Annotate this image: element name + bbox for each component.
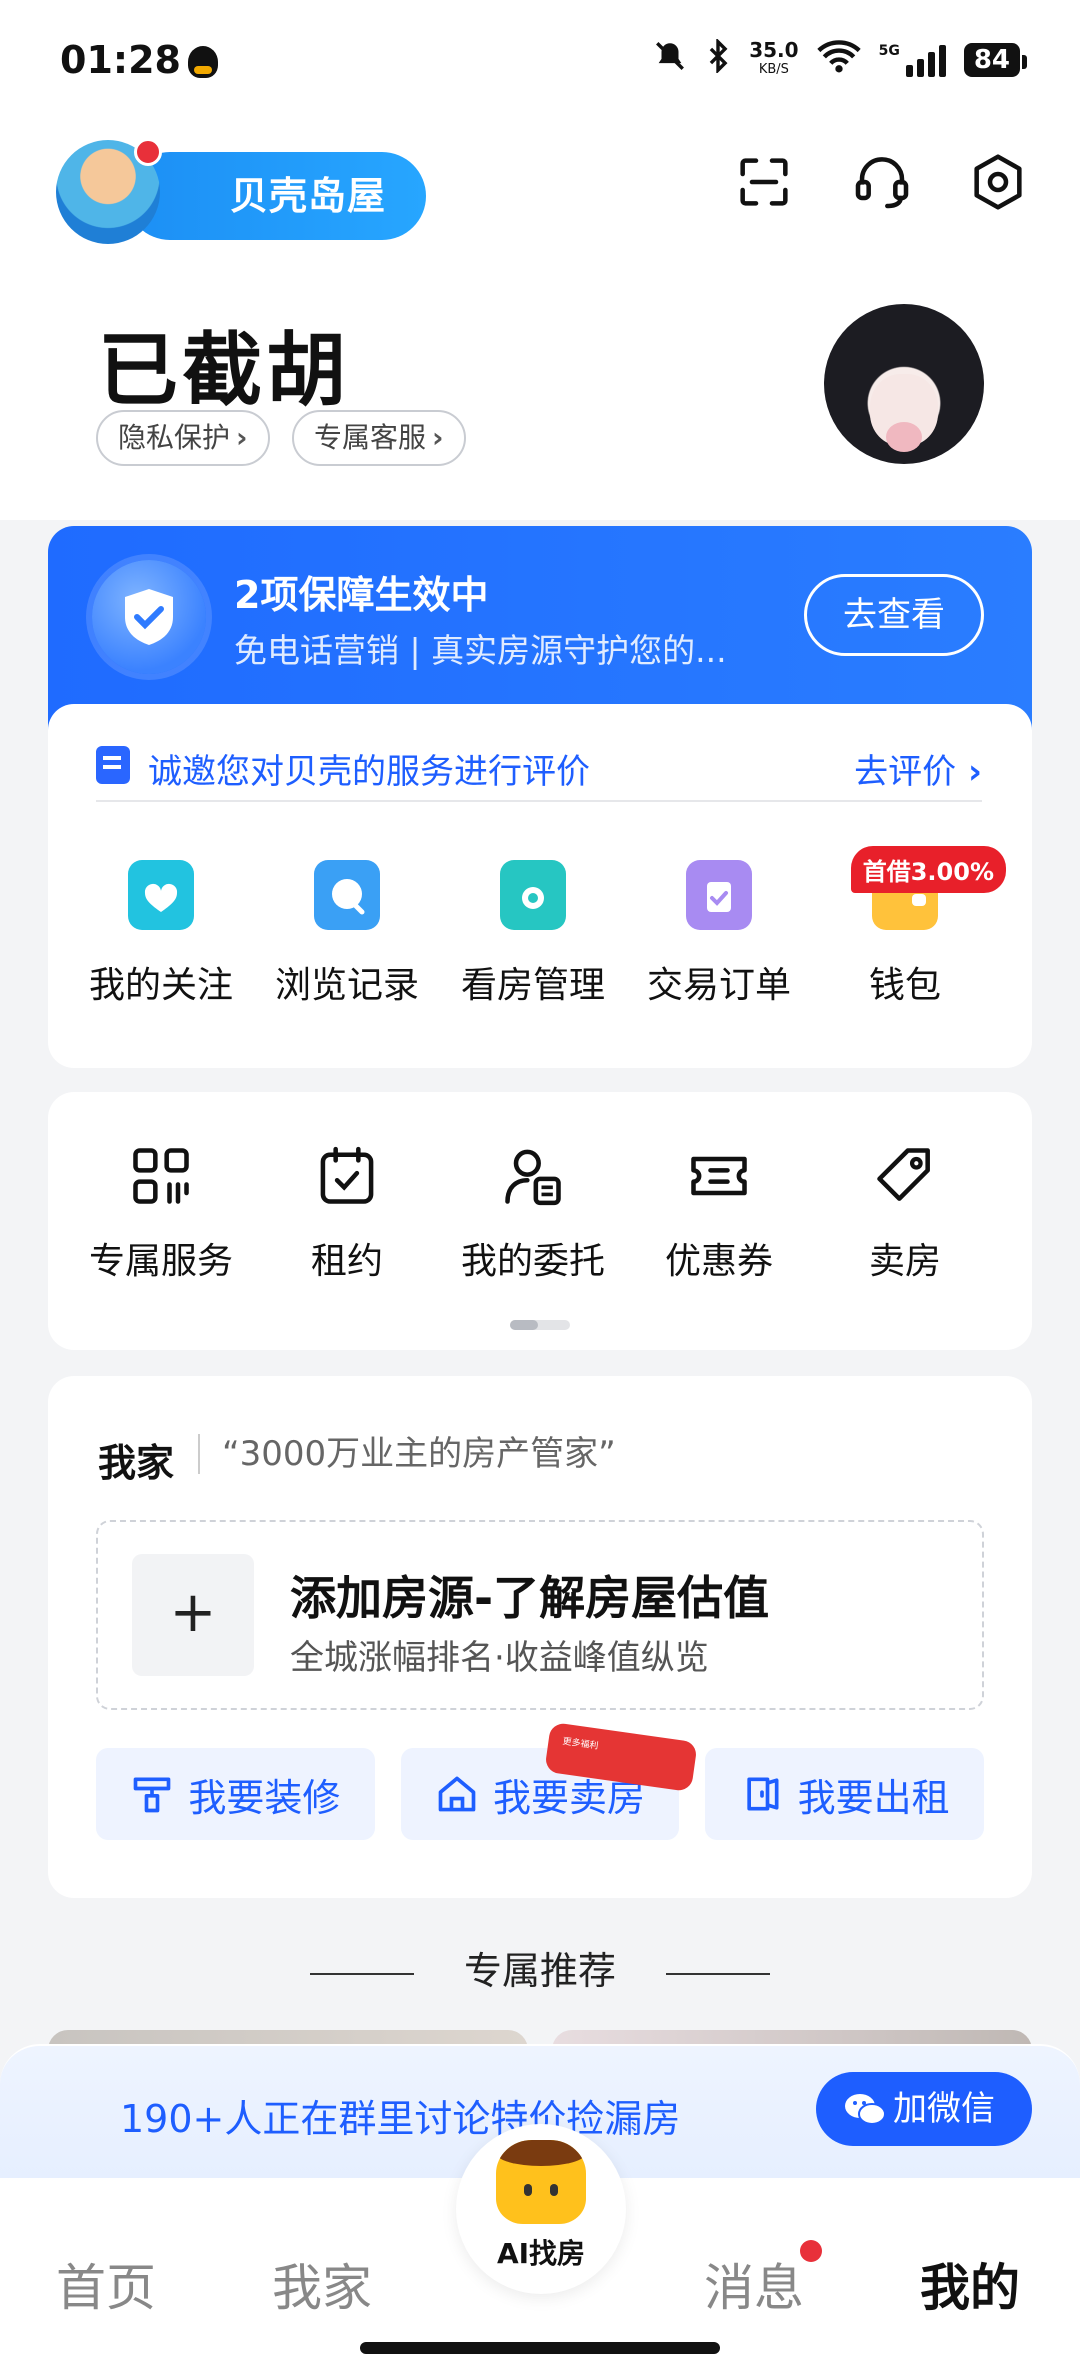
shield-check-icon <box>92 560 206 674</box>
logo-text: 贝壳岛屋 <box>126 152 426 240</box>
quick-item-wallet[interactable]: 钱包 首借3.00% <box>812 846 1006 1008</box>
quick-item-label: 我的关注 <box>88 965 233 1006</box>
my-home-title: 我家 <box>98 1441 175 1485</box>
ticket-icon <box>691 1156 747 1196</box>
service-label: 我的委托 <box>460 1241 605 1282</box>
service-exclusive[interactable]: 专属服务 <box>68 1142 254 1284</box>
service-sell[interactable]: 卖房 <box>812 1142 998 1284</box>
tag-icon <box>877 1148 930 1201</box>
services-card: 专属服务 租约 我的委托 优惠券 卖房 <box>48 1092 1032 1350</box>
quick-item-label: 钱包 <box>868 965 941 1006</box>
settings-button[interactable] <box>962 146 1034 218</box>
battery-level: 84 <box>963 43 1028 77</box>
rate-link[interactable]: 去评价 <box>854 744 982 793</box>
calendar-icon <box>320 1146 374 1204</box>
pudding-mascot-icon <box>496 2140 586 2224</box>
rating-row[interactable]: 诚邀您对贝壳的服务进行评价 去评价 <box>96 740 982 802</box>
my-home-card: 我家 “3000万业主的房产管家” + 添加房源-了解房屋估值 全城涨幅排名·收… <box>48 1376 1032 1898</box>
quick-item-label: 浏览记录 <box>274 965 419 1006</box>
status-bar: 01:28 35.0 KB/S 5G 84 <box>0 0 1080 120</box>
quick-item-favorites[interactable]: 我的关注 <box>68 860 254 1008</box>
add-property-title: 添加房源-了解房屋估值 <box>290 1571 770 1625</box>
qq-icon <box>188 46 218 78</box>
tab-messages-label: 消息 <box>704 2259 804 2317</box>
quick-item-label: 看房管理 <box>460 965 605 1006</box>
network-speed: 35.0 KB/S <box>749 38 799 77</box>
username: 已截胡 <box>98 324 350 417</box>
ai-find-home-label: AI找房 <box>496 2237 586 2270</box>
document-icon <box>96 746 130 784</box>
my-home-subtitle: “3000万业主的房产管家” <box>198 1434 616 1474</box>
service-lease[interactable]: 租约 <box>254 1142 440 1284</box>
grid-icon <box>133 1148 189 1204</box>
clipboard-check-icon <box>686 860 752 930</box>
quick-item-label: 交易订单 <box>646 965 791 1006</box>
service-label: 租约 <box>310 1241 383 1282</box>
rent-out-button[interactable]: 我要出租 <box>705 1748 985 1840</box>
avatar[interactable] <box>824 304 984 464</box>
headset-icon <box>855 157 909 209</box>
status-time: 01:28 <box>60 38 181 82</box>
service-row: 专属服务 租约 我的委托 优惠券 卖房 <box>48 1142 1032 1284</box>
protection-subtitle: 免电话营销 | 真实房源守护您的... <box>234 631 727 670</box>
house-icon <box>438 1776 476 1812</box>
add-property-box[interactable]: + 添加房源-了解房屋估值 全城涨幅排名·收益峰值纵览 <box>96 1520 984 1710</box>
group-chat-text: 190+人正在群里讨论特价捡漏房 <box>120 2097 681 2141</box>
tab-my-home[interactable]: 我家 <box>272 2248 372 2320</box>
settings-icon <box>974 154 1022 210</box>
add-wechat-label: 加微信 <box>893 2089 995 2129</box>
view-protection-button[interactable]: 去查看 <box>804 574 984 656</box>
service-coupon[interactable]: 优惠券 <box>626 1142 812 1284</box>
tab-home[interactable]: 首页 <box>56 2248 156 2320</box>
service-label: 卖房 <box>868 1241 941 1282</box>
customer-service-button[interactable] <box>846 146 918 218</box>
add-property-subtitle: 全城涨幅排名·收益峰值纵览 <box>290 1638 709 1678</box>
heart-house-icon <box>128 860 194 930</box>
person-doc-icon <box>505 1149 561 1206</box>
bluetooth-icon <box>705 37 731 81</box>
cellular-signal-icon: 5G <box>879 43 946 77</box>
action-label: 我要出租 <box>797 1775 950 1820</box>
recommend-title: 专属推荐 <box>0 1940 1080 1995</box>
folder-eye-icon <box>500 860 566 930</box>
protection-title: 2项保障生效中 <box>234 573 489 617</box>
notification-dot <box>134 138 162 166</box>
wifi-icon <box>816 39 861 81</box>
unread-dot <box>800 2240 822 2262</box>
action-label: 我要装修 <box>188 1775 341 1820</box>
sell-home-button[interactable]: 我要卖房 更多福利 <box>400 1721 698 1840</box>
loan-rate-badge: 首借3.00% <box>850 846 1006 893</box>
paint-roller-icon <box>133 1777 171 1813</box>
scan-icon <box>740 158 788 206</box>
home-actions: 我要装修 我要卖房 更多福利 我要出租 <box>96 1721 985 1840</box>
add-wechat-button[interactable]: 加微信 <box>816 2072 1032 2146</box>
privacy-protection-chip[interactable]: 隐私保护 <box>96 410 270 466</box>
quick-item-history[interactable]: 浏览记录 <box>254 860 440 1008</box>
service-commission[interactable]: 我的委托 <box>440 1142 626 1284</box>
page-indicator <box>510 1320 570 1330</box>
scan-button[interactable] <box>728 146 800 218</box>
tab-messages[interactable]: 消息 <box>704 2240 822 2320</box>
home-indicator[interactable] <box>360 2342 720 2354</box>
quick-item-viewing[interactable]: 看房管理 <box>440 860 626 1008</box>
service-label: 优惠券 <box>664 1241 773 1282</box>
plus-icon: + <box>132 1554 254 1676</box>
quick-access-card: 诚邀您对贝壳的服务进行评价 去评价 我的关注 浏览记录 看房管理 交易订单 <box>48 704 1032 1068</box>
service-label: 专属服务 <box>88 1241 233 1282</box>
quick-icon-row: 我的关注 浏览记录 看房管理 交易订单 钱包 首借3.00% <box>48 846 1032 1008</box>
exclusive-service-chip[interactable]: 专属客服 <box>292 410 466 466</box>
ai-find-home-button[interactable]: AI找房 <box>456 2124 626 2294</box>
wechat-icon <box>845 2094 886 2125</box>
quick-item-orders[interactable]: 交易订单 <box>626 860 812 1008</box>
search-bubble-icon <box>314 860 380 930</box>
app-logo[interactable]: 贝壳岛屋 <box>56 132 426 244</box>
rating-text: 诚邀您对贝壳的服务进行评价 <box>148 752 590 792</box>
tab-mine[interactable]: 我的 <box>920 2248 1020 2320</box>
door-icon <box>747 1777 779 1811</box>
mute-bell-icon <box>653 39 687 81</box>
renovate-button[interactable]: 我要装修 <box>96 1748 375 1840</box>
